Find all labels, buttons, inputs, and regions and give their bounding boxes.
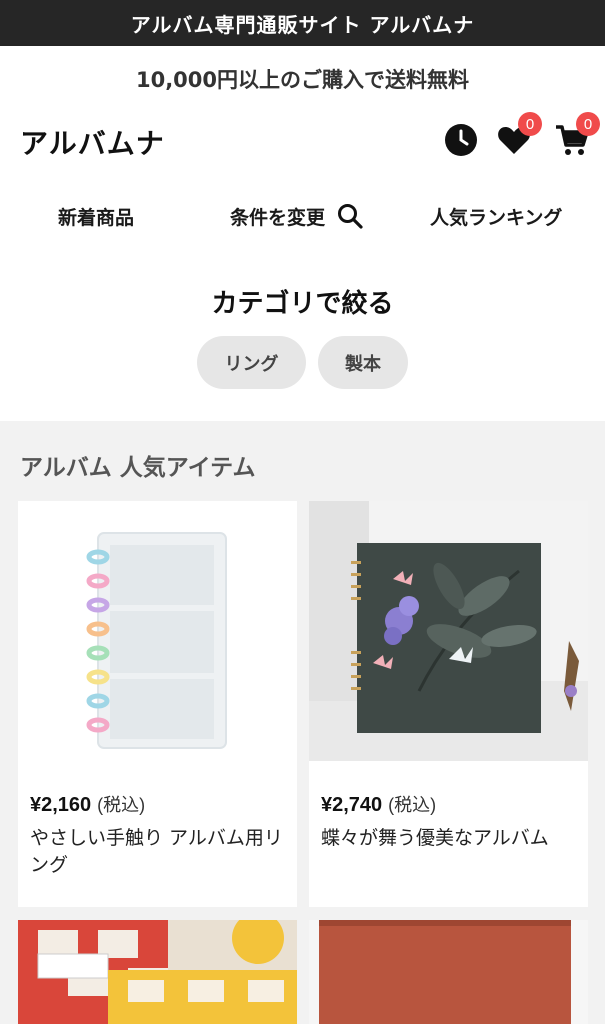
product-price-value: ¥2,160 bbox=[30, 794, 92, 816]
cart-button[interactable]: 0 bbox=[552, 112, 600, 160]
chip-ring-label: リング bbox=[224, 353, 279, 375]
product-card[interactable] bbox=[309, 920, 588, 1024]
product-price: ¥2,740 (税込) bbox=[321, 791, 436, 817]
nav-ranking[interactable]: 人気ランキング bbox=[430, 198, 562, 234]
product-image[interactable] bbox=[18, 501, 297, 761]
category-filter-title: カテゴリで絞る bbox=[211, 289, 394, 319]
product-card[interactable]: ¥2,160 (税込) やさしい手触り アルバム用リング bbox=[18, 501, 297, 907]
nav-change-conditions-label: 条件を変更 bbox=[230, 206, 326, 229]
top-banner: アルバム専門通販サイト アルバムナ bbox=[0, 0, 605, 46]
nav-new-items[interactable]: 新着商品 bbox=[58, 198, 134, 234]
chip-ring[interactable]: リング bbox=[197, 336, 306, 389]
product-price: ¥2,160 (税込) bbox=[30, 791, 145, 817]
nav-new-items-label: 新着商品 bbox=[58, 206, 135, 229]
category-filter: カテゴリで絞る リング 製本 bbox=[0, 256, 605, 421]
history-button[interactable] bbox=[441, 120, 481, 160]
product-name[interactable]: やさしい手触り アルバム用リング bbox=[30, 825, 285, 879]
product-tax-label: (税込) bbox=[97, 795, 146, 815]
logo[interactable]: アルバムナ bbox=[20, 122, 165, 162]
product-name[interactable]: 蝶々が舞う優美なアルバム bbox=[321, 825, 576, 852]
product-image[interactable] bbox=[309, 920, 588, 1024]
search-icon bbox=[338, 204, 363, 229]
shipping-notice: 10,000円以上のご購入で送料無料 bbox=[135, 68, 470, 92]
cart-count-badge: 0 bbox=[576, 112, 600, 136]
chip-binding-label: 製本 bbox=[345, 353, 381, 375]
section-title: アルバム 人気アイテム bbox=[20, 455, 256, 481]
product-card[interactable] bbox=[18, 920, 297, 1024]
product-tax-label: (税込) bbox=[388, 795, 437, 815]
favorites-count-badge: 0 bbox=[518, 112, 542, 136]
nav-ranking-label: 人気ランキング bbox=[430, 206, 563, 229]
nav-row: 新着商品 条件を変更 人気ランキング bbox=[0, 198, 605, 234]
product-image[interactable] bbox=[18, 920, 297, 1024]
nav-change-conditions[interactable]: 条件を変更 bbox=[230, 198, 363, 234]
chip-binding[interactable]: 製本 bbox=[318, 336, 408, 389]
product-image[interactable] bbox=[309, 501, 588, 761]
product-card[interactable]: ¥2,740 (税込) 蝶々が舞う優美なアルバム bbox=[309, 501, 588, 907]
favorites-button[interactable]: 0 bbox=[494, 112, 542, 160]
site-tagline: アルバム専門通販サイト アルバムナ bbox=[130, 12, 475, 37]
header: 10,000円以上のご購入で送料無料 アルバムナ 0 0 新着商品 条件を変更 bbox=[0, 46, 605, 256]
clock-icon bbox=[445, 124, 477, 156]
product-price-value: ¥2,740 bbox=[321, 794, 383, 816]
